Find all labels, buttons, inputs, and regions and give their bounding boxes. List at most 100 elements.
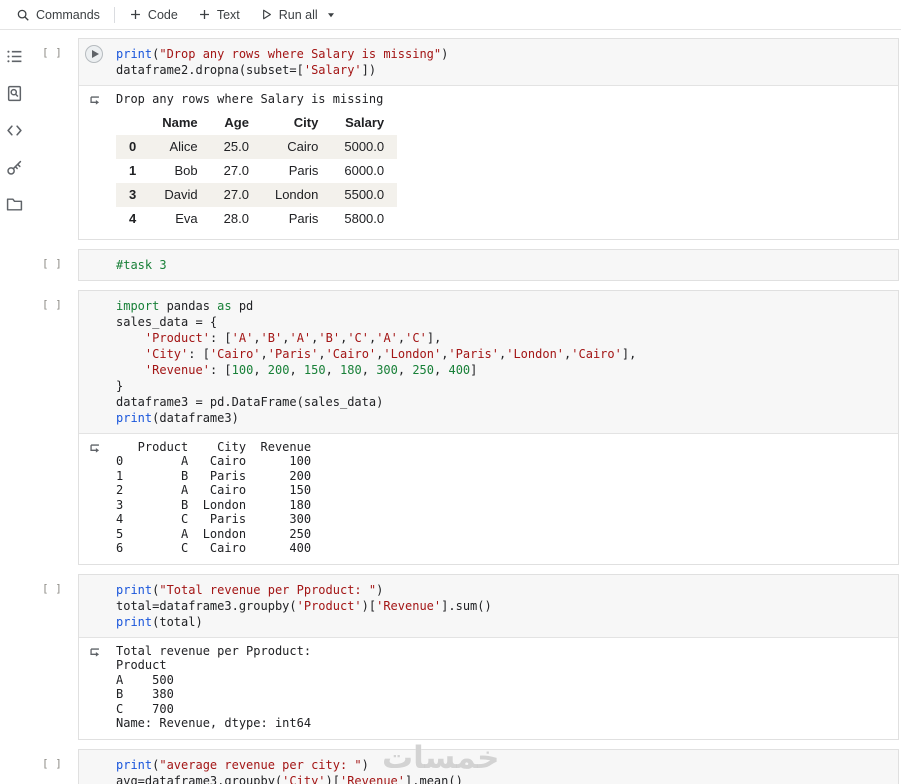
df-cell: London [274,186,319,202]
df-index-cell: 4 [129,210,137,226]
find-replace-icon[interactable] [6,85,23,102]
df-cell: Alice [169,138,198,154]
cell-1-editor[interactable]: print("Drop any rows where Salary is mis… [79,39,898,85]
files-folder-icon[interactable] [6,196,23,213]
add-text-label: Text [216,7,240,22]
search-icon [16,8,30,22]
code-line: avg=dataframe3.groupby('City')['Revenue'… [116,773,463,784]
code-line: 'Product': ['A','B','A','B','C','A','C']… [144,330,442,345]
code-cell-2: [ ] #task 3 [28,248,901,281]
cell-3-output: Product City Revenue 0 A Cairo 100 1 B P… [79,432,898,564]
cell-1-output: Drop any rows where Salary is missing Na… [79,85,898,239]
cell-1-frame: print("Drop any rows where Salary is mis… [78,38,899,240]
df-cell: 27.0 [223,162,249,178]
df-index-cell: 1 [129,162,137,178]
code-line: 'Revenue': [100, 200, 150, 180, 300, 250… [144,362,478,377]
df-cell: 25.0 [223,138,249,154]
code-line: 'City': ['Cairo','Paris','Cairo','London… [144,346,637,361]
df-cell: Paris [288,210,319,226]
code-line: dataframe2.dropna(subset=['Salary']) [116,63,377,77]
cell-4-output: Total revenue per Pproduct: Product A 50… [79,636,898,739]
df-cell: Paris [288,162,319,178]
cell-2-execution-marker[interactable]: [ ] [28,249,78,281]
cell-3-frame: import pandas as pd sales_data = { 'Produ… [78,289,899,565]
df-header-salary: Salary [345,114,385,130]
df-index-cell: 0 [129,138,137,154]
code-line: dataframe3 = pd.DataFrame(sales_data) [116,394,384,409]
df-cell: Bob [174,162,198,178]
df-cell: 5000.0 [344,138,385,154]
code-cell-1: [ ] print("Drop any rows where Salary is… [28,38,901,240]
cell-5-execution-marker[interactable]: [ ] [28,749,78,784]
cell-2-editor[interactable]: #task 3 [79,249,898,280]
code-line: print("average revenue per city: ") [116,757,369,772]
df-cell: David [164,186,198,202]
cell-3-editor[interactable]: import pandas as pd sales_data = { 'Produ… [79,290,898,433]
cell-output-icon [88,442,102,461]
cell-1-run-button[interactable] [85,45,103,63]
df-header-index [116,111,149,135]
stdout-text: Product City Revenue 0 A Cairo 100 1 B P… [116,439,312,556]
df-header-name: Name [162,114,198,130]
df-cell: Cairo [287,138,319,154]
dataframe-table: Name Age City Salary 0 Alice 25.0 Cairo … [116,111,398,231]
notebook-scroll-area[interactable]: [ ] print("Drop any rows where Salary is… [28,30,901,784]
play-icon [91,50,99,58]
df-cell: 28.0 [223,210,249,226]
code-cell-4: [ ] print("Total revenue per Pproduct: "… [28,573,901,740]
code-line: #task 3 [116,257,167,272]
run-all-button[interactable]: Run all [250,0,346,29]
table-row: 0 Alice 25.0 Cairo 5000.0 [116,134,398,159]
df-cell: 6000.0 [344,162,385,178]
df-index-cell: 3 [129,186,137,202]
code-line: sales_data = { [116,314,218,329]
cell-4-frame: print("Total revenue per Pproduct: ") tot… [78,573,899,740]
df-cell: 27.0 [223,186,249,202]
df-header-age: Age [224,114,249,130]
plus-icon [198,8,211,21]
table-of-contents-icon[interactable] [6,48,23,65]
plus-icon [129,8,142,21]
run-all-label: Run all [278,7,318,22]
code-cell-3: [ ] import pandas as pd sales_data = { 'P… [28,289,901,565]
chevron-down-icon[interactable] [326,10,336,20]
df-header-city: City [293,114,319,130]
cell-2-frame: #task 3 [78,248,899,281]
add-code-label: Code [147,7,178,22]
cell-1-execution-marker[interactable]: [ ] [28,38,78,240]
code-line: print(total) [116,614,203,629]
code-snippets-icon[interactable] [6,122,23,139]
cell-4-execution-marker[interactable]: [ ] [28,574,78,740]
cell-5-frame: print("average revenue per city: ") avg=d… [78,748,899,784]
code-line: } [116,378,124,393]
code-line: print(dataframe3) [116,410,239,425]
stdout-text: Drop any rows where Salary is missing [116,92,384,106]
table-row: 4 Eva 28.0 Paris 5800.0 [116,207,397,231]
code-line: import pandas as pd [116,298,254,313]
code-line: print("Total revenue per Pproduct: ") [116,582,384,597]
table-row: 3 David 27.0 London 5500.0 [116,182,398,207]
code-cell-5: [ ] print("average revenue per city: ") a… [28,748,901,784]
table-row: 1 Bob 27.0 Paris 6000.0 [116,159,397,183]
cell-3-execution-marker[interactable]: [ ] [28,290,78,565]
add-text-button[interactable]: Text [188,0,250,29]
code-line: print("Drop any rows where Salary is mis… [116,47,449,61]
df-cell: 5500.0 [344,186,385,202]
left-sidebar [0,30,28,784]
play-outline-icon [260,8,273,21]
cell-4-editor[interactable]: print("Total revenue per Pproduct: ") tot… [79,574,898,637]
df-cell: 5800.0 [344,210,385,226]
cell-output-icon [88,646,102,665]
secrets-key-icon[interactable] [6,159,23,176]
cell-output-icon [88,94,102,113]
commands-button[interactable]: Commands [6,0,110,29]
toolbar-divider [113,6,115,23]
cell-5-editor[interactable]: print("average revenue per city: ") avg=d… [79,749,898,784]
stdout-text: Total revenue per Pproduct: Product A 50… [116,643,312,731]
code-line: total=dataframe3.groupby('Product')['Rev… [116,598,492,613]
commands-label: Commands [36,7,100,22]
add-code-button[interactable]: Code [119,0,188,29]
df-cell: Eva [175,210,198,226]
top-toolbar: Commands Code Text Run all [0,0,901,30]
dataframe-header-row: Name Age City Salary [116,111,397,135]
